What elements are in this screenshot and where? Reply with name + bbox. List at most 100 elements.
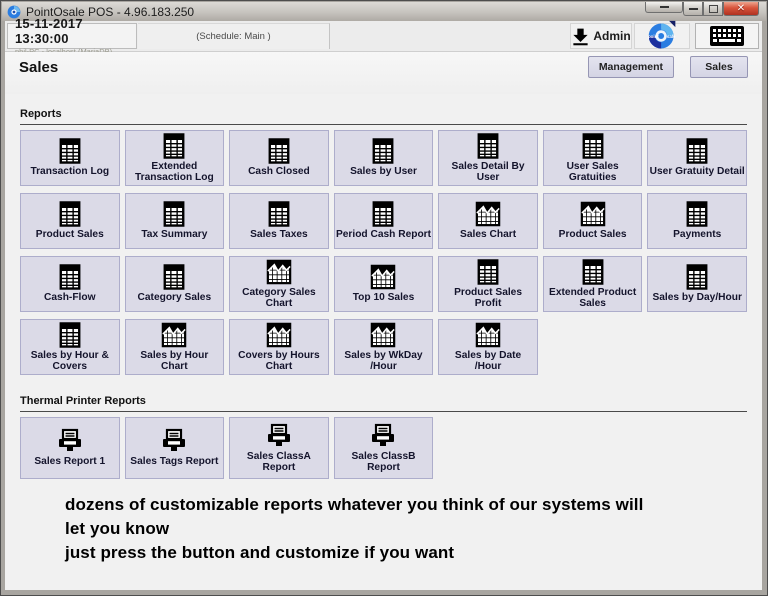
close-icon: ✕ [737,4,745,14]
table-icon [685,138,709,164]
report-button[interactable]: Transaction Log [20,130,120,186]
collapse-button[interactable] [645,2,683,13]
chart-icon [161,322,187,348]
admin-button[interactable]: Admin [570,23,632,49]
report-button-label: Cash-Flow [44,292,96,303]
report-button[interactable]: Sales by Hour & Covers [20,319,120,375]
report-button[interactable]: Extended Product Sales [543,256,643,312]
printer-icon [160,428,188,454]
thermal-report-button-label: Sales Tags Report [130,456,218,467]
report-button[interactable]: Product Sales [20,193,120,249]
report-button-label: Sales by Date /Hour [440,350,536,373]
thermal-report-button[interactable]: Sales Tags Report [125,417,225,479]
report-button[interactable]: Category Sales Chart [229,256,329,312]
page-header: Sales Management Sales [5,52,762,94]
report-button[interactable]: Extended Transaction Log [125,130,225,186]
report-button-label: Period Cash Report [336,229,431,240]
report-button[interactable]: Product Sales Profit [438,256,538,312]
report-button-label: Sales by WkDay /Hour [336,350,432,373]
svg-text:sale: sale [667,34,676,39]
report-button[interactable]: Category Sales [125,256,225,312]
report-button[interactable]: User Gratuity Detail [647,130,747,186]
report-button-label: Sales by Day/Hour [652,292,741,303]
datetime-panel: 15-11-2017 13:30:00 phil-PC - localhost … [7,23,137,49]
report-button-label: Product Sales Profit [440,287,536,310]
chart-icon [475,201,501,227]
report-button-label: Sales Taxes [250,229,308,240]
minimize-button[interactable] [683,2,703,16]
chart-icon [580,201,606,227]
thermal-report-button-label: Sales Report 1 [34,456,105,467]
table-icon [371,201,395,227]
admin-label: Admin [593,29,630,43]
table-icon [162,264,186,290]
table-icon [58,201,82,227]
report-button-label: Payments [673,229,721,240]
maximize-icon [709,5,718,13]
printer-icon [369,423,397,449]
marketing-line: let you know [65,517,762,541]
table-icon [476,259,500,285]
marketing-line: dozens of customizable reports whatever … [65,493,762,517]
report-button-label: Product Sales [559,229,627,240]
chart-icon [475,322,501,348]
report-button-label: Sales Chart [460,229,516,240]
thermal-reports-grid: Sales Report 1 Sales Tags Report Sales C… [20,417,747,479]
table-icon [267,138,291,164]
report-button[interactable]: Sales by WkDay /Hour [334,319,434,375]
thermal-report-button-label: Sales ClassA Report [231,451,327,474]
report-button[interactable]: Cash-Flow [20,256,120,312]
report-button-label: Category Sales Chart [231,287,327,310]
dash-icon [660,6,669,8]
table-icon [58,264,82,290]
brand-logo: point sale [634,23,690,49]
maximize-button[interactable] [703,2,723,16]
schedule-text: (Schedule: Main ) [196,31,270,42]
report-button-label: Top 10 Sales [353,292,415,303]
report-button[interactable]: Payments [647,193,747,249]
report-button-label: Sales by Hour & Covers [22,350,118,373]
report-button[interactable]: Sales by Hour Chart [125,319,225,375]
svg-text:point: point [648,34,659,39]
report-button[interactable]: User Sales Gratuities [543,130,643,186]
report-button[interactable]: Period Cash Report [334,193,434,249]
report-button[interactable]: Sales by Day/Hour [647,256,747,312]
table-icon [267,201,291,227]
report-button[interactable]: Covers by Hours Chart [229,319,329,375]
app-window: PointOsale POS - 4.96.183.250 ✕ 15-11-20… [0,0,768,596]
main-content: Sales Management Sales Reports Transacti… [5,52,762,590]
thermal-section-header: Thermal Printer Reports [20,391,747,412]
report-button[interactable]: Sales Chart [438,193,538,249]
report-button-label: User Sales Gratuities [545,161,641,184]
reports-section-header: Reports [20,104,747,125]
reports-section-title: Reports [20,108,62,120]
report-button[interactable]: Sales Taxes [229,193,329,249]
thermal-report-button[interactable]: Sales ClassB Report [334,417,434,479]
thermal-report-button[interactable]: Sales ClassA Report [229,417,329,479]
schedule-panel: (Schedule: Main ) [138,23,330,49]
report-button-label: Transaction Log [30,166,109,177]
table-icon [371,138,395,164]
report-button[interactable]: Tax Summary [125,193,225,249]
report-button-label: Sales Detail By User [440,161,536,184]
report-button-label: Sales by User [350,166,417,177]
table-icon [476,133,500,159]
report-button-label: User Gratuity Detail [650,166,745,177]
report-button[interactable]: Sales Detail By User [438,130,538,186]
close-button[interactable]: ✕ [723,2,759,16]
sales-tab-button[interactable]: Sales [690,56,748,78]
report-button[interactable]: Sales by Date /Hour [438,319,538,375]
report-button[interactable]: Sales by User [334,130,434,186]
thermal-report-button[interactable]: Sales Report 1 [20,417,120,479]
report-button-label: Covers by Hours Chart [231,350,327,373]
table-icon [685,264,709,290]
top-toolbar: 15-11-2017 13:30:00 phil-PC - localhost … [5,21,762,52]
report-button[interactable]: Top 10 Sales [334,256,434,312]
report-button[interactable]: Product Sales [543,193,643,249]
chart-icon [266,322,292,348]
report-button[interactable]: Cash Closed [229,130,329,186]
table-icon [581,133,605,159]
keyboard-button[interactable] [695,23,759,49]
management-button[interactable]: Management [588,56,674,78]
reports-grid: Transaction Log Extended Transaction Log… [20,130,747,375]
